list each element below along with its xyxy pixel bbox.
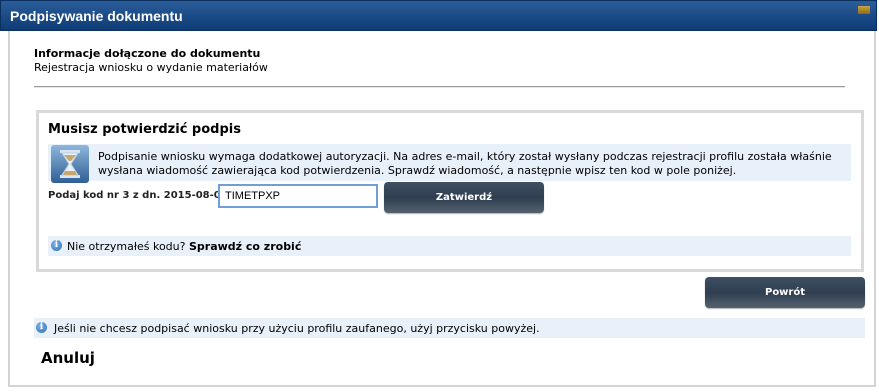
no-code-info-box: i Nie otrzymałeś kodu? Sprawdź co zrobić: [48, 236, 851, 256]
section-divider: [34, 86, 845, 88]
footer-note-text: Jeśli nie chcesz podpisać wniosku przy u…: [54, 322, 540, 335]
titlebar-corner-decoration: [858, 6, 870, 14]
hourglass-icon: [51, 145, 89, 183]
no-code-note: Nie otrzymałeś kodu? Sprawdź co zrobić: [67, 240, 301, 253]
window-titlebar: Podpisywanie dokumentu: [0, 0, 877, 31]
cancel-link[interactable]: Anuluj: [41, 349, 95, 367]
confirmation-code-input[interactable]: [218, 184, 378, 208]
info-icon: i: [36, 322, 47, 333]
code-field-label: Podaj kod nr 3 z dn. 2015-08-04:: [48, 190, 232, 201]
auth-message-text: Podpisanie wniosku wymaga dodatkowej aut…: [98, 150, 832, 177]
no-code-text: Nie otrzymałeś kodu?: [67, 240, 186, 253]
check-what-to-do-link[interactable]: Sprawdź co zrobić: [189, 240, 301, 253]
document-info-heading: Informacje dołączone do dokumentu: [34, 47, 261, 60]
document-info-description: Rejestracja wniosku o wydanie materiałów: [34, 61, 268, 74]
footer-info-box: i Jeśli nie chcesz podpisać wniosku przy…: [34, 318, 865, 338]
document-info: Informacje dołączone do dokumentu Rejest…: [34, 47, 268, 74]
confirm-button[interactable]: Zatwierdź: [384, 182, 544, 213]
back-button[interactable]: Powrót: [705, 277, 865, 308]
confirm-panel-title: Musisz potwierdzić podpis: [48, 122, 241, 137]
window-title: Podpisywanie dokumentu: [10, 8, 183, 24]
info-icon: i: [51, 240, 62, 251]
